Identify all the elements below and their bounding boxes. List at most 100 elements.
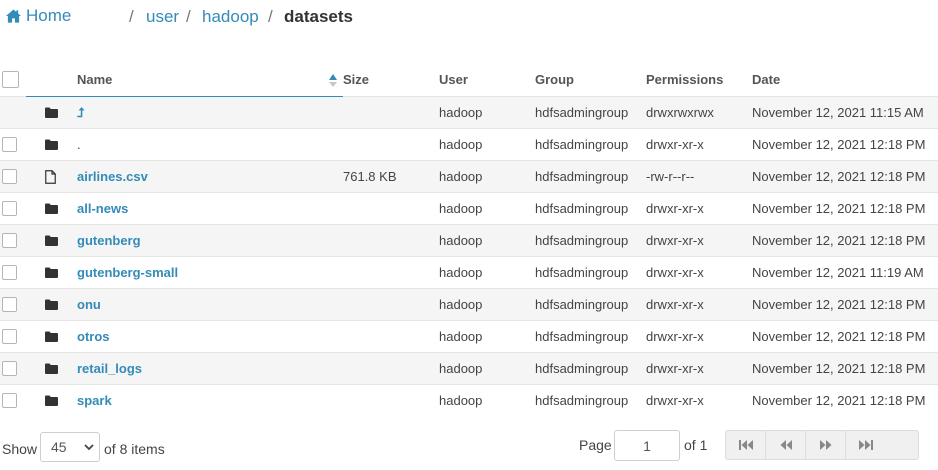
table-row[interactable]: ⮥ hadoop hdfsadmingroup drwxrwxrwx November … [0, 96, 938, 129]
table-row[interactable]: retail_logs hadoop hdfsadmingroup drwxr-xr-… [0, 352, 938, 385]
file-name[interactable]: retail_logs [77, 361, 142, 376]
file-permissions: -rw-r--r-- [646, 160, 752, 193]
table-row[interactable]: airlines.csv 761.8 KB hadoop hdfsadmingroup… [0, 160, 938, 193]
header-date[interactable]: Date [752, 62, 938, 97]
total-pages: of 1 [684, 437, 708, 453]
table-row[interactable]: onu hadoop hdfsadmingroup drwxr-xr-x Novembe… [0, 288, 938, 321]
file-group: hdfsadmingroup [535, 384, 646, 416]
row-checkbox[interactable] [2, 329, 17, 344]
header-name[interactable]: Name [77, 62, 343, 97]
select-all-checkbox[interactable] [2, 70, 19, 88]
row-name-cell: spark [77, 384, 343, 416]
row-checkbox[interactable] [2, 169, 17, 184]
file-size [343, 192, 439, 225]
folder-icon [45, 267, 58, 278]
row-name-cell: gutenberg-small [77, 256, 343, 289]
row-icon-cell [26, 128, 77, 161]
breadcrumb-user[interactable]: user [146, 7, 179, 27]
folder-icon [45, 235, 58, 246]
chevron-down-icon [84, 444, 94, 451]
file-user: hadoop [439, 256, 535, 289]
file-group: hdfsadmingroup [535, 352, 646, 385]
row-checkbox[interactable] [2, 201, 17, 216]
folder-icon [45, 107, 58, 118]
previous-page-button[interactable] [766, 431, 806, 459]
row-select-cell [0, 224, 26, 257]
header-permissions[interactable]: Permissions [646, 62, 752, 97]
table-row[interactable]: spark hadoop hdfsadmingroup drwxr-xr-x Novem… [0, 384, 938, 416]
file-name[interactable]: all-news [77, 201, 128, 216]
row-icon-cell [26, 320, 77, 353]
file-permissions: drwxr-xr-x [646, 256, 752, 289]
row-select-cell [0, 384, 26, 416]
file-date: November 12, 2021 12:18 PM [752, 352, 938, 385]
file-date: November 12, 2021 12:18 PM [752, 128, 938, 161]
file-size: 761.8 KB [343, 160, 439, 193]
file-name[interactable]: spark [77, 393, 112, 408]
table-row[interactable]: gutenberg-small hadoop hdfsadmingroup drwxr… [0, 256, 938, 289]
header-icon-spacer [26, 62, 77, 97]
file-name[interactable]: ⮥ [77, 105, 85, 120]
folder-icon [45, 331, 58, 342]
table-row[interactable]: . hadoop hdfsadmingroup drwxr-xr-x November … [0, 128, 938, 161]
table-row[interactable]: gutenberg hadoop hdfsadmingroup drwxr-xr-x N… [0, 224, 938, 257]
row-icon-cell [26, 256, 77, 289]
file-name: . [77, 137, 81, 152]
file-user: hadoop [439, 224, 535, 257]
row-checkbox[interactable] [2, 361, 17, 376]
page-number-input[interactable] [614, 430, 680, 461]
file-group: hdfsadmingroup [535, 320, 646, 353]
file-size [343, 384, 439, 416]
page-size-select[interactable]: 45 [40, 432, 100, 462]
row-checkbox[interactable] [2, 265, 17, 280]
row-checkbox[interactable] [2, 393, 17, 408]
file-permissions: drwxr-xr-x [646, 288, 752, 321]
row-checkbox[interactable] [2, 137, 17, 152]
header-group[interactable]: Group [535, 62, 646, 97]
file-permissions: drwxrwxrwx [646, 96, 752, 129]
file-name[interactable]: gutenberg [77, 233, 141, 248]
header-size[interactable]: Size [343, 62, 439, 97]
next-page-button[interactable] [806, 431, 846, 459]
row-icon-cell [26, 160, 77, 193]
row-icon-cell [26, 224, 77, 257]
file-name[interactable]: onu [77, 297, 101, 312]
file-group: hdfsadmingroup [535, 160, 646, 193]
page-size-value: 45 [51, 439, 67, 455]
file-date: November 12, 2021 12:18 PM [752, 288, 938, 321]
file-table: Name Size User Group Permissions Date ⮥ h… [0, 62, 938, 416]
last-page-button[interactable] [846, 431, 885, 459]
table-row[interactable]: all-news hadoop hdfsadmingroup drwxr-xr-x No… [0, 192, 938, 225]
folder-icon [45, 363, 58, 374]
file-group: hdfsadmingroup [535, 192, 646, 225]
row-name-cell: otros [77, 320, 343, 353]
header-user[interactable]: User [439, 62, 535, 97]
file-group: hdfsadmingroup [535, 288, 646, 321]
row-name-cell: onu [77, 288, 343, 321]
home-label: Home [26, 6, 72, 25]
breadcrumb-hadoop[interactable]: hadoop [202, 7, 259, 27]
breadcrumb-separator: / [186, 7, 191, 26]
row-select-cell [0, 192, 26, 225]
breadcrumb: Home / user / hadoop / datasets [0, 0, 938, 40]
file-size [343, 320, 439, 353]
items-count: of 8 items [104, 441, 165, 457]
folder-icon [45, 395, 58, 406]
row-icon-cell [26, 96, 77, 129]
file-user: hadoop [439, 96, 535, 129]
file-user: hadoop [439, 352, 535, 385]
home-link[interactable]: Home [6, 6, 71, 26]
file-group: hdfsadmingroup [535, 256, 646, 289]
file-icon [45, 169, 56, 184]
table-row[interactable]: otros hadoop hdfsadmingroup drwxr-xr-x Novem… [0, 320, 938, 353]
row-checkbox[interactable] [2, 233, 17, 248]
file-name[interactable]: gutenberg-small [77, 265, 178, 280]
page-label: Page [579, 437, 612, 453]
file-user: hadoop [439, 192, 535, 225]
file-name[interactable]: airlines.csv [77, 169, 148, 184]
first-page-button[interactable] [726, 431, 766, 459]
first-page-icon [738, 440, 753, 450]
file-date: November 12, 2021 12:18 PM [752, 160, 938, 193]
file-name[interactable]: otros [77, 329, 110, 344]
row-checkbox[interactable] [2, 297, 17, 312]
